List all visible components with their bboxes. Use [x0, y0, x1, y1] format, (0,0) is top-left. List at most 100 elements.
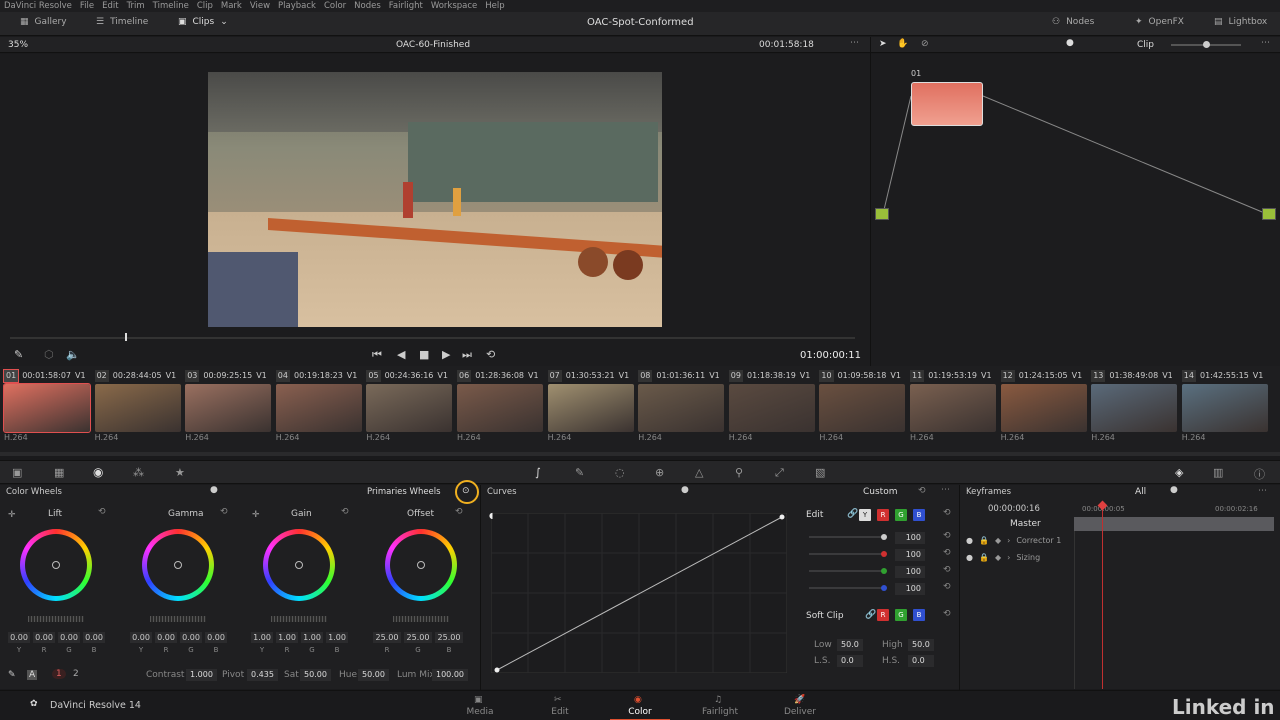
hand-icon[interactable]: ✋	[897, 39, 908, 49]
picker-crosshair-icon[interactable]: ✛	[8, 510, 16, 520]
rgb-mixer-icon[interactable]: ⁂	[133, 466, 144, 479]
menu-item[interactable]: Clip	[197, 1, 213, 11]
channel-slider[interactable]	[809, 587, 885, 589]
timeline-scrollbar[interactable]	[0, 452, 1280, 456]
3d-icon[interactable]: ▧	[815, 466, 825, 479]
wheel-center-handle[interactable]	[174, 561, 182, 569]
channel-intensity-field[interactable]: 100	[895, 583, 925, 595]
loop-icon[interactable]: ⟲	[486, 348, 495, 361]
wheel-value-field[interactable]: 1.00	[326, 632, 348, 643]
reset-icon[interactable]: ⟲	[918, 486, 926, 496]
keyframe-playhead[interactable]	[1102, 503, 1103, 689]
wheel-value-field[interactable]: 0.00	[83, 632, 105, 643]
master-wheel-slider[interactable]	[271, 616, 327, 622]
clip-thumbnail[interactable]: 01 00:01:58:07 V1 H.264	[2, 369, 94, 448]
keyframe-filter-select[interactable]: All	[1135, 487, 1146, 497]
wheel-center-handle[interactable]	[295, 561, 303, 569]
keyframes-icon[interactable]: ◈	[1175, 466, 1183, 479]
clips-button[interactable]: ▣ Clips ⌄	[178, 17, 228, 27]
menu-item[interactable]: Fairlight	[389, 1, 423, 11]
curve-graph[interactable]	[491, 513, 787, 673]
lock-icon[interactable]: 🔒	[979, 536, 989, 545]
diamond-icon[interactable]: ◆	[995, 553, 1001, 562]
curves-icon[interactable]: ∫	[535, 466, 541, 479]
qualifier-icon[interactable]: ✎	[575, 466, 584, 479]
highlight-icon[interactable]: ⬡	[44, 348, 54, 361]
page-tab-edit[interactable]: ✂ Edit	[530, 695, 590, 717]
y-channel-chip[interactable]: Y	[859, 509, 871, 521]
ls-field[interactable]: 0.0	[837, 655, 863, 667]
keyframe-track[interactable]: ● 🔒 ◆ › Corrector 1	[966, 536, 1072, 545]
wheel-value-field[interactable]: 0.00	[180, 632, 202, 643]
page-tab-fairlight[interactable]: ♫ Fairlight	[690, 695, 750, 717]
low-field[interactable]: 50.0	[837, 639, 863, 651]
channel-slider-handle[interactable]	[881, 534, 887, 540]
color-wheel[interactable]	[385, 529, 457, 601]
viewer-scrubber[interactable]	[10, 337, 855, 339]
reset-icon[interactable]: ⟲	[943, 531, 951, 541]
openfx-button[interactable]: ✦ OpenFX	[1135, 17, 1184, 27]
speaker-icon[interactable]: 🔈	[66, 348, 80, 361]
color-wheels-icon[interactable]: ◉	[93, 465, 103, 479]
more-options-icon[interactable]: ⋯	[850, 38, 859, 48]
channel-slider[interactable]	[809, 570, 885, 572]
source-input-node[interactable]	[875, 208, 889, 220]
picker-icon[interactable]: ✎	[8, 670, 16, 680]
reset-icon[interactable]: ⟲	[943, 565, 951, 575]
page-2-button[interactable]: 2	[70, 669, 82, 679]
clip-thumbnail[interactable]: 05 00:24:36:16 V1 H.264	[366, 370, 456, 448]
wheels-mode-select[interactable]: Primaries Wheels	[367, 487, 441, 497]
hs-field[interactable]: 0.0	[908, 655, 934, 667]
clip-thumbnail[interactable]: 03 00:09:25:15 V1 H.264	[185, 370, 275, 448]
curve-handle-icon[interactable]: ◖	[489, 511, 493, 520]
wheel-value-field[interactable]: 0.00	[58, 632, 80, 643]
lummix-field[interactable]: 100.00	[432, 669, 468, 681]
color-wheel[interactable]	[20, 529, 92, 601]
wheel-value-field[interactable]: 1.00	[301, 632, 323, 643]
clip-thumbnail[interactable]: 10 01:09:58:18 V1 H.264	[819, 370, 909, 448]
clip-thumbnail[interactable]: 11 01:19:53:19 V1 H.264	[910, 370, 1000, 448]
sizing-icon[interactable]: ⤢	[775, 466, 784, 480]
page-tab-media[interactable]: ▣ Media	[450, 695, 510, 717]
menu-item[interactable]: Mark	[221, 1, 242, 11]
menu-item[interactable]: DaVinci Resolve	[4, 1, 72, 11]
more-options-icon[interactable]: ⋯	[1258, 486, 1267, 496]
clip-thumbnail[interactable]: 14 01:42:55:15 V1 H.264	[1181, 370, 1272, 448]
info-icon[interactable]: ⓘ	[1254, 466, 1265, 482]
r-channel-chip[interactable]: R	[877, 609, 889, 621]
page-tab-deliver[interactable]: 🚀 Deliver	[770, 695, 830, 717]
g-channel-chip[interactable]: G	[895, 509, 907, 521]
window-icon[interactable]: ◌	[615, 466, 625, 479]
sat-field[interactable]: 50.00	[300, 669, 331, 681]
link-icon[interactable]: 🔗	[847, 509, 858, 519]
channel-intensity-field[interactable]: 100	[895, 549, 925, 561]
chevron-right-icon[interactable]: ›	[1007, 553, 1010, 562]
wheel-value-field[interactable]: 0.00	[155, 632, 177, 643]
picker-crosshair-icon[interactable]: ✛	[252, 510, 260, 520]
menu-item[interactable]: File	[80, 1, 94, 11]
lock-icon[interactable]: 🔒	[979, 553, 989, 562]
reset-icon[interactable]: ⟲	[943, 609, 951, 619]
wheel-value-field[interactable]: 1.00	[276, 632, 298, 643]
pointer-icon[interactable]: ➤	[879, 39, 887, 49]
wheel-value-field[interactable]: 25.00	[373, 632, 401, 643]
reset-icon[interactable]: ⟲	[341, 507, 349, 517]
timeline-button[interactable]: ☰ Timeline	[96, 17, 148, 27]
reset-icon[interactable]: ⟲	[98, 507, 106, 517]
master-wheel-slider[interactable]	[28, 616, 84, 622]
tracker-icon[interactable]: ⊕	[655, 466, 664, 479]
menu-item[interactable]: Playback	[278, 1, 316, 11]
more-options-icon[interactable]: ⋯	[1261, 38, 1270, 48]
clip-thumbnail[interactable]: 06 01:28:36:08 V1 H.264	[457, 370, 547, 448]
corrector-node[interactable]	[911, 82, 983, 126]
wheel-value-field[interactable]: 25.00	[404, 632, 432, 643]
go-to-start-icon[interactable]: ⏮	[372, 348, 382, 362]
menu-item[interactable]: Workspace	[431, 1, 477, 11]
bars-mode-icon[interactable]: ⊙	[462, 486, 470, 496]
clip-thumbnail[interactable]: 09 01:18:38:19 V1 H.264	[728, 370, 819, 448]
high-field[interactable]: 50.0	[908, 639, 934, 651]
menu-item[interactable]: Edit	[102, 1, 118, 11]
wheel-value-field[interactable]: 0.00	[33, 632, 55, 643]
reset-icon[interactable]: ⟲	[943, 548, 951, 558]
channel-intensity-field[interactable]: 100	[895, 532, 925, 544]
